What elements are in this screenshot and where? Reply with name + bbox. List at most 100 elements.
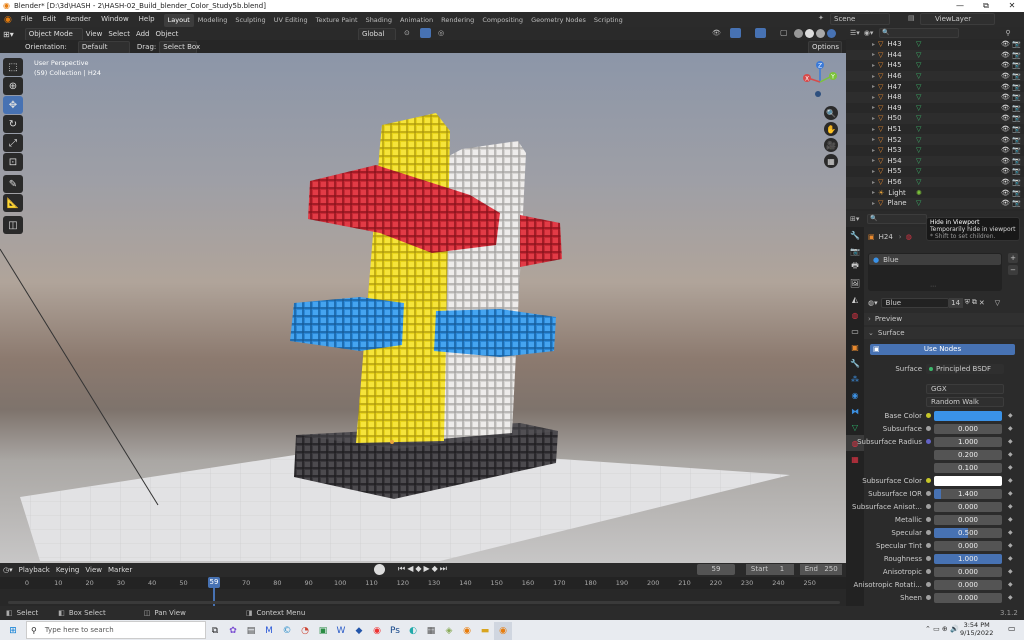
tab-physics-icon[interactable]: ◉ bbox=[846, 387, 864, 403]
menu-help[interactable]: Help bbox=[134, 12, 160, 27]
outliner-search-input[interactable]: 🔍 bbox=[879, 28, 960, 38]
tab-layout[interactable]: Layout bbox=[163, 13, 194, 27]
eye-icon[interactable]: 👁 bbox=[1001, 146, 1010, 154]
outliner-row[interactable]: ▸ ▽ H55 ▽ 👁 📷 bbox=[846, 166, 1024, 177]
chrome-icon[interactable]: ◉ bbox=[368, 622, 386, 640]
remove-slot-button[interactable]: − bbox=[1008, 265, 1018, 275]
outliner-row[interactable]: ▸ ▽ H47 ▽ 👁 📷 bbox=[846, 81, 1024, 92]
expand-arrow-icon[interactable]: ▸ bbox=[846, 168, 875, 175]
shading-solid-button[interactable] bbox=[805, 29, 814, 38]
expand-arrow-icon[interactable]: ▸ bbox=[846, 126, 875, 133]
outliner-filter-display-icon[interactable]: ◉▾ bbox=[864, 29, 874, 37]
eye-icon[interactable]: 👁 bbox=[1001, 83, 1010, 91]
editor-type-icon[interactable]: ⊞▾ bbox=[0, 29, 17, 40]
timeline-area[interactable]: 0 10 20 30 40 50 70 80 90 100 110 120 130 140 150 160 17… bbox=[0, 577, 846, 606]
app-icon-4[interactable]: © bbox=[278, 622, 296, 640]
outliner-row[interactable]: ▸ ▽ H56 ▽ 👁 📷 bbox=[846, 176, 1024, 188]
tab-tool-icon[interactable]: 🔧 bbox=[846, 227, 864, 243]
tab-animation[interactable]: Animation bbox=[396, 14, 437, 27]
camera-icon[interactable]: 📷 bbox=[1012, 189, 1021, 197]
keyframe-dot-icon[interactable]: ◆ bbox=[1008, 529, 1013, 536]
overlay-toggle[interactable] bbox=[755, 28, 766, 38]
expand-arrow-icon[interactable]: ▸ bbox=[846, 147, 875, 154]
keyframe-dot-icon[interactable]: ◆ bbox=[1008, 490, 1013, 497]
tab-view-layer-icon[interactable]: 🖼 bbox=[846, 275, 864, 291]
outliner-row[interactable]: ▸ ☀ Light ✺ 👁 📷 bbox=[846, 187, 1024, 198]
proportional-edit-icon[interactable]: ◎ bbox=[438, 29, 444, 37]
tab-scene-icon[interactable]: ◭ bbox=[846, 291, 864, 307]
outliner-row[interactable]: ▸ ▽ H46 ▽ 👁 📷 bbox=[846, 70, 1024, 82]
camera-icon[interactable]: 📷 bbox=[1012, 167, 1021, 175]
outliner-row[interactable]: ▸ ▽ H48 ▽ 👁 📷 bbox=[846, 91, 1024, 103]
value-field[interactable]: 0.000 bbox=[934, 501, 1002, 512]
tab-texture-icon[interactable]: ▦ bbox=[846, 451, 864, 467]
measure-tool-icon[interactable]: 📐 bbox=[3, 194, 23, 212]
playhead[interactable]: 59 bbox=[208, 577, 220, 588]
mesh-data-icon[interactable]: ▽ bbox=[916, 40, 921, 48]
color-field[interactable] bbox=[934, 475, 1002, 486]
mesh-data-icon[interactable]: ▽ bbox=[916, 178, 921, 186]
mode-selector[interactable]: Object Mode bbox=[24, 27, 83, 41]
mesh-data-icon[interactable]: ▽ bbox=[916, 72, 921, 80]
material-slot-list[interactable]: ● Blue ⋯ bbox=[868, 253, 1002, 291]
add-slot-button[interactable]: + bbox=[1008, 253, 1018, 263]
photoshop-icon[interactable]: Ps bbox=[386, 622, 404, 640]
outliner-row[interactable]: ▸ ▽ H50 ▽ 👁 📷 bbox=[846, 113, 1024, 124]
expand-arrow-icon[interactable]: ▸ bbox=[846, 200, 875, 207]
task-view-icon[interactable]: ⧉ bbox=[206, 622, 224, 640]
clock[interactable]: 3:54 PM 9/15/2022 bbox=[960, 621, 993, 637]
keyframe-dot-icon[interactable]: ◆ bbox=[1008, 568, 1013, 575]
rotate-tool-icon[interactable]: ↻ bbox=[3, 115, 23, 133]
camera-icon[interactable]: 📷 bbox=[1012, 178, 1021, 186]
perspective-toggle-icon[interactable]: ▦ bbox=[824, 154, 838, 168]
value-field[interactable]: 0.000 bbox=[934, 566, 1002, 577]
eye-icon[interactable]: 👁 bbox=[1001, 178, 1010, 186]
camera-icon[interactable]: 📷 bbox=[1012, 136, 1021, 144]
expand-arrow-icon[interactable]: ▸ bbox=[846, 179, 875, 186]
expand-arrow-icon[interactable]: ▸ bbox=[846, 104, 875, 111]
app-icon-10[interactable]: ◈ bbox=[440, 622, 458, 640]
material-users-count[interactable]: 14 bbox=[948, 297, 963, 308]
eye-icon[interactable]: 👁 bbox=[1001, 104, 1010, 112]
light-data-icon[interactable]: ✺ bbox=[916, 189, 922, 197]
gizmo-toggle[interactable] bbox=[730, 28, 741, 38]
mesh-data-icon[interactable]: ▽ bbox=[916, 61, 921, 69]
scene-selector[interactable]: Scene bbox=[830, 13, 890, 25]
visibility-icon[interactable]: 👁 bbox=[712, 29, 721, 37]
color-field[interactable] bbox=[934, 410, 1002, 421]
keyframe-dot-icon[interactable]: ◆ bbox=[1008, 594, 1013, 601]
list-resize-handle[interactable]: ⋯ bbox=[930, 283, 936, 290]
use-nodes-button[interactable]: ▣ Use Nodes bbox=[870, 344, 1015, 355]
value-field[interactable]: 0.100 bbox=[934, 462, 1002, 473]
eye-icon[interactable]: 👁 bbox=[1001, 72, 1010, 80]
menu-timeline-view[interactable]: View bbox=[82, 565, 105, 576]
eye-icon[interactable]: 👁 bbox=[1001, 51, 1010, 59]
keyframe-dot-icon[interactable]: ◆ bbox=[1008, 555, 1013, 562]
expand-arrow-icon[interactable]: ▸ bbox=[846, 115, 875, 122]
eye-icon[interactable]: 👁 bbox=[1001, 61, 1010, 69]
camera-icon[interactable]: 📷 bbox=[1012, 157, 1021, 165]
expand-arrow-icon[interactable]: ▸ bbox=[846, 73, 875, 80]
menu-playback[interactable]: Playback bbox=[16, 565, 53, 576]
eye-icon[interactable]: 👁 bbox=[1001, 189, 1010, 197]
outliner-row[interactable]: ▸ ▽ H52 ▽ 👁 📷 bbox=[846, 134, 1024, 145]
keyframe-dot-icon[interactable]: ◆ bbox=[1008, 464, 1013, 471]
keyframe-dot-icon[interactable]: ◆ bbox=[1008, 542, 1013, 549]
material-name-field[interactable]: Blue bbox=[880, 297, 949, 308]
keyframe-dot-icon[interactable]: ◆ bbox=[1008, 503, 1013, 510]
mesh-data-icon[interactable]: ▽ bbox=[916, 51, 921, 59]
app-icon-9[interactable]: ▦ bbox=[422, 622, 440, 640]
snap-toggle[interactable] bbox=[420, 28, 431, 38]
mesh-data-icon[interactable]: ▽ bbox=[916, 125, 921, 133]
material-browse-icon[interactable]: ◍▾ bbox=[868, 299, 878, 307]
duplicate-material-icon[interactable]: ⧉ bbox=[972, 298, 977, 307]
app-icon-2[interactable]: ▤ bbox=[242, 622, 260, 640]
end-frame-field[interactable]: 250 bbox=[820, 564, 842, 575]
preview-panel-header[interactable]: › Preview bbox=[864, 313, 1024, 325]
outliner-filter-icon[interactable]: ⚲ bbox=[1005, 29, 1010, 37]
blender-taskbar-icon-2[interactable]: ◉ bbox=[494, 621, 512, 640]
windows-start-icon[interactable]: ⊞ bbox=[4, 622, 22, 640]
outliner-row[interactable]: ▸ ▽ H44 ▽ 👁 📷 bbox=[846, 49, 1024, 61]
menu-select[interactable]: Select bbox=[105, 29, 133, 40]
value-field[interactable]: 0.500 bbox=[934, 527, 1002, 538]
